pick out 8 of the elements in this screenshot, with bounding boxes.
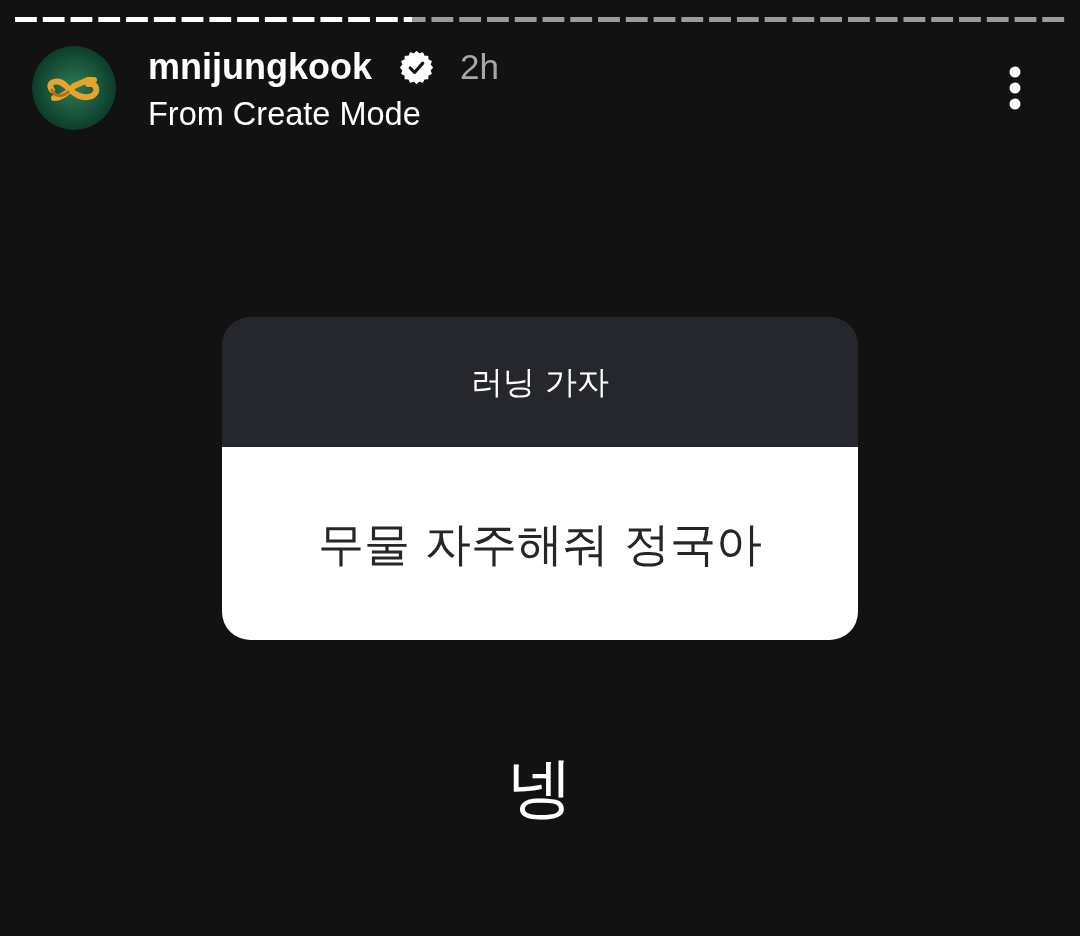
avatar-icon[interactable] (32, 46, 116, 130)
reply-text: 넹 (507, 748, 573, 828)
question-text: 무물 자주해줘 정국아 (318, 515, 762, 572)
story-subtitle: From Create Mode (148, 96, 421, 132)
username[interactable]: mnijungkook (148, 47, 372, 87)
post-time: 2h (460, 47, 499, 87)
question-prompt: 러닝 가자 (470, 362, 610, 402)
more-options-icon[interactable] (1008, 66, 1022, 110)
